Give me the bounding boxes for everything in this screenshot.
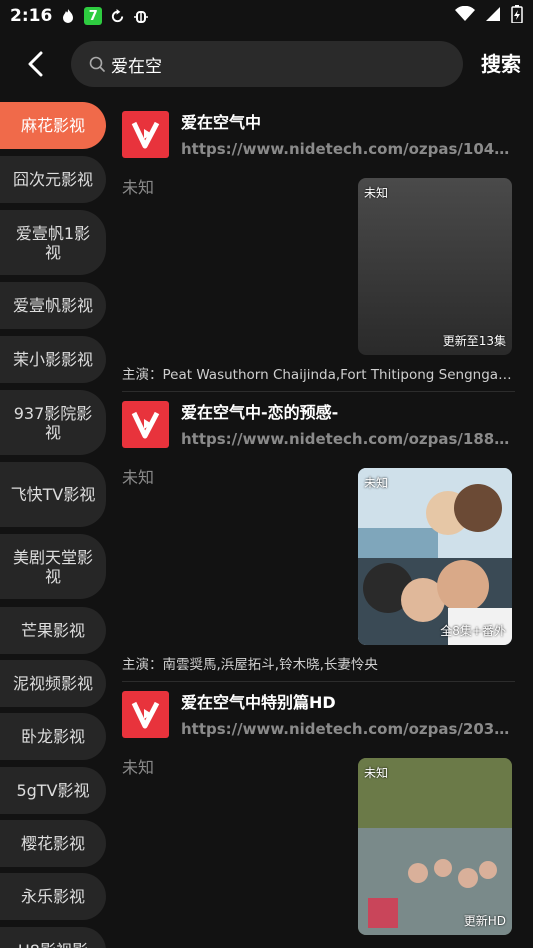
result-title[interactable]: 爱在空气中特别篇HD	[181, 689, 336, 713]
sidebar-item-mangguo[interactable]: 芒果影视	[0, 607, 106, 654]
result-status: 未知	[122, 178, 155, 197]
sidebar-item-jiongciyuan[interactable]: 囧次元影视	[0, 156, 106, 203]
sidebar-item-mahua[interactable]: 麻花影视	[0, 102, 106, 149]
status-time: 2:16	[10, 6, 53, 26]
result-poster[interactable]: 未知 全8集+番外	[358, 468, 512, 645]
cast-value: Peat Wasuthorn Chaijinda,Fort Thitipong …	[162, 367, 516, 383]
sidebar-item-wolong[interactable]: 卧龙影视	[0, 713, 106, 760]
search-bar[interactable]	[71, 41, 463, 87]
sync-icon	[110, 8, 125, 24]
poster-tag: 未知	[364, 186, 389, 200]
signal-icon	[485, 6, 501, 27]
sidebar-item-feikuaitv[interactable]: 飞快TV影视	[0, 462, 106, 527]
sidebar-item-meijutiantang[interactable]: 美剧天堂影视	[0, 534, 106, 599]
search-header: 搜索	[0, 40, 533, 88]
poster-episode: 全8集+番外	[440, 624, 506, 638]
wifi-icon	[455, 5, 475, 27]
result-status: 未知	[122, 758, 155, 777]
sidebar-item-937[interactable]: 937影院影视	[0, 390, 106, 455]
search-results: 爱在空气中 https://www.nidetech.com/ozpas/104…	[122, 102, 517, 948]
result-cast: 主演：Peat Wasuthorn Chaijinda,Fort Thitipo…	[122, 363, 515, 383]
sidebar-item-moxiaoying[interactable]: 茉小影影视	[0, 336, 106, 383]
sidebar-item-aiyifan1[interactable]: 爱壹帆1影视	[0, 210, 106, 275]
result-status: 未知	[122, 468, 155, 487]
result-poster[interactable]: 未知 更新至13集	[358, 178, 512, 355]
source-logo-icon	[122, 111, 169, 158]
flame-icon	[60, 8, 76, 24]
source-sidebar: 麻花影视 囧次元影视 爱壹帆1影视 爱壹帆影视 茉小影影视 937影院影视 飞快…	[0, 102, 108, 948]
sidebar-item-u8[interactable]: U8影视影	[0, 927, 106, 948]
result-cast: 主演：南雲奨馬,浜屋拓斗,铃木晓,长妻怜央	[122, 653, 515, 673]
sidebar-item-aiyifan[interactable]: 爱壹帆影视	[0, 282, 106, 329]
cast-value: 南雲奨馬,浜屋拓斗,铃木晓,长妻怜央	[162, 657, 378, 673]
badge-7-icon: 7	[84, 7, 103, 25]
poster-image	[358, 758, 512, 935]
source-logo-icon	[122, 691, 169, 738]
poster-tag: 未知	[364, 476, 389, 490]
poster-episode: 更新HD	[463, 914, 506, 928]
status-bar: 2:16 7	[0, 0, 533, 32]
result-url: https://www.nidetech.com/ozpas/188310.ht…	[181, 430, 511, 448]
sidebar-item-yongle[interactable]: 永乐影视	[0, 873, 106, 920]
result-card[interactable]: 爱在空气中-恋的预感- https://www.nidetech.com/ozp…	[122, 392, 515, 682]
source-logo-icon	[122, 401, 169, 448]
result-card[interactable]: 爱在空气中 https://www.nidetech.com/ozpas/104…	[122, 102, 515, 392]
result-url: https://www.nidetech.com/ozpas/104130.ht…	[181, 140, 511, 158]
chevron-left-icon	[28, 51, 43, 77]
sidebar-item-yinghua[interactable]: 樱花影视	[0, 820, 106, 867]
sidebar-item-nishipin[interactable]: 泥视频影视	[0, 660, 106, 707]
battery-icon	[511, 4, 523, 28]
result-title[interactable]: 爱在空气中-恋的预感-	[181, 399, 338, 423]
result-title[interactable]: 爱在空气中	[181, 109, 261, 133]
sidebar-item-5gtv[interactable]: 5gTV影视	[0, 767, 106, 814]
poster-tag: 未知	[364, 766, 389, 780]
back-button[interactable]	[20, 48, 52, 80]
search-input[interactable]	[111, 54, 411, 74]
result-url: https://www.nidetech.com/ozpas/203549.ht…	[181, 720, 511, 738]
cast-label: 主演：	[122, 367, 163, 383]
cast-label: 主演：	[122, 657, 163, 673]
poster-image	[358, 468, 512, 645]
result-poster[interactable]: 未知 更新HD	[358, 758, 512, 935]
result-card[interactable]: 爱在空气中特别篇HD https://www.nidetech.com/ozpa…	[122, 682, 515, 948]
bug-icon	[133, 8, 149, 24]
poster-episode: 更新至13集	[442, 334, 506, 348]
search-button[interactable]: 搜索	[481, 48, 521, 80]
search-icon	[89, 56, 105, 72]
